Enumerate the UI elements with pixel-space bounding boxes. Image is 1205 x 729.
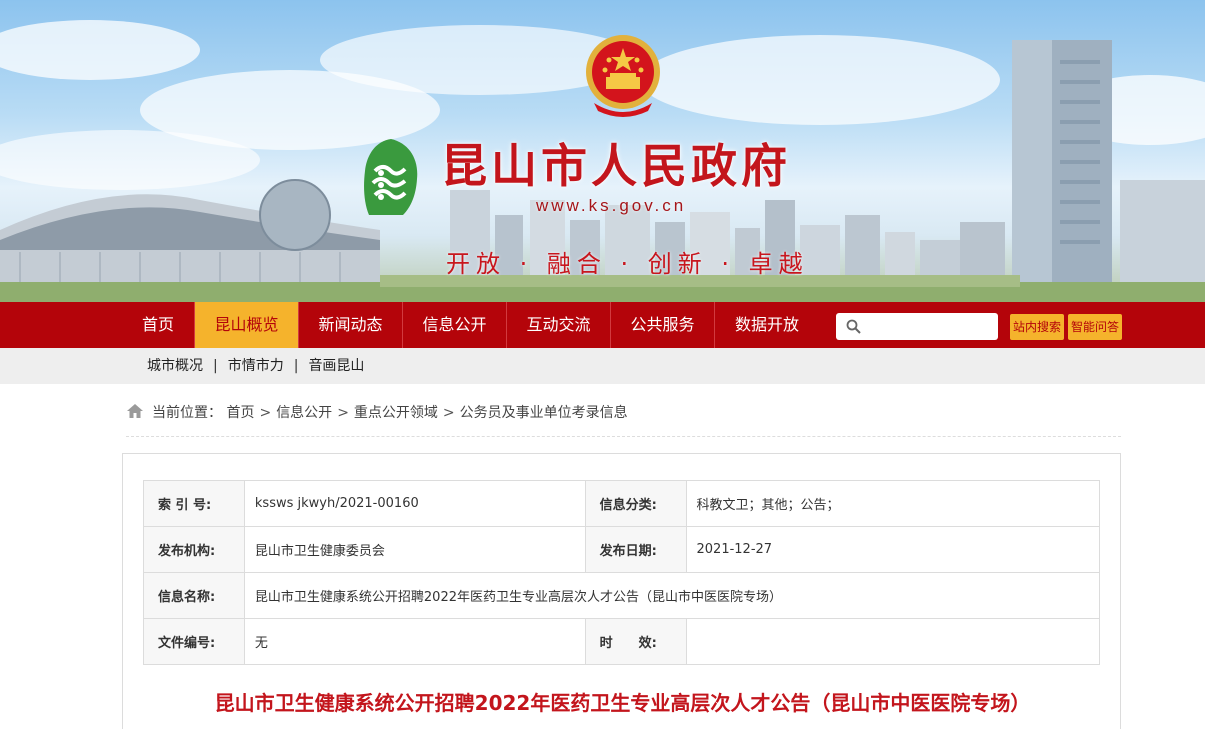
nav-item-open-data[interactable]: 数据开放 — [715, 302, 819, 348]
subnav-item-city-strength[interactable]: 市情市力 — [228, 358, 284, 374]
sub-nav: 城市概况 | 市情市力 | 音画昆山 — [0, 348, 1205, 384]
info-name-value: 昆山市卫生健康系统公开招聘2022年医药卫生专业高层次人才公告（昆山市中医医院专… — [243, 572, 1101, 619]
validity-value — [685, 618, 1100, 665]
category-label: 信息分类: — [584, 480, 687, 527]
table-row: 索 引 号: kssws jkwyh/2021-00160 信息分类: 科教文卫… — [143, 480, 1100, 527]
table-row: 信息名称: 昆山市卫生健康系统公开招聘2022年医药卫生专业高层次人才公告（昆山… — [143, 572, 1101, 619]
nav-item-news[interactable]: 新闻动态 — [299, 302, 403, 348]
breadcrumb-civil-servant-recruit[interactable]: 公务员及事业单位考录信息 — [460, 405, 628, 421]
document-number-value: 无 — [243, 618, 586, 665]
smart-qa-button[interactable]: 智能问答 — [1068, 314, 1123, 340]
document-number-label: 文件编号: — [143, 618, 245, 665]
breadcrumb-arrow: > — [442, 405, 455, 421]
breadcrumb-arrow: > — [337, 405, 349, 421]
site-url: www.ks.gov.cn — [536, 196, 687, 215]
national-emblem-icon — [586, 35, 660, 117]
table-row: 文件编号: 无 时 效: — [143, 618, 1100, 665]
validity-label: 时 效: — [584, 618, 687, 665]
nav-item-interaction[interactable]: 互动交流 — [507, 302, 611, 348]
publisher-value: 昆山市卫生健康委员会 — [243, 526, 586, 573]
home-icon — [127, 404, 143, 418]
nav-item-public-service[interactable]: 公共服务 — [611, 302, 715, 348]
kunshan-city-logo — [364, 139, 418, 215]
subnav-separator: | — [213, 358, 218, 374]
subnav-item-audio-video[interactable]: 音画昆山 — [308, 358, 364, 374]
publish-date-value: 2021-12-27 — [685, 526, 1100, 573]
article-title: 昆山市卫生健康系统公开招聘2022年医药卫生专业高层次人才公告（昆山市中医医院专… — [214, 691, 1031, 715]
subnav-separator: | — [293, 358, 299, 374]
breadcrumb-info-disclosure[interactable]: 信息公开 — [276, 405, 332, 421]
breadcrumb-prefix: 当前位置： — [152, 405, 222, 421]
site-title: 昆山市人民政府 — [441, 139, 791, 193]
info-name-label: 信息名称: — [143, 572, 245, 619]
publisher-label: 发布机构: — [143, 526, 245, 573]
breadcrumb-arrow: > — [259, 405, 272, 421]
breadcrumb: 当前位置： 首页 > 信息公开 > 重点公开领域 > 公务员及事业单位考录信息 — [126, 399, 1121, 437]
search-box — [836, 313, 998, 340]
breadcrumb-key-areas[interactable]: 重点公开领域 — [354, 405, 438, 421]
nav-item-home[interactable]: 首页 — [122, 302, 195, 348]
info-meta-table: 索 引 号: kssws jkwyh/2021-00160 信息分类: 科教文卫… — [143, 480, 1101, 665]
breadcrumb-home[interactable]: 首页 — [226, 405, 254, 421]
search-icon[interactable] — [846, 319, 861, 334]
article-content-box: 索 引 号: kssws jkwyh/2021-00160 信息分类: 科教文卫… — [122, 453, 1121, 729]
search-input[interactable] — [868, 316, 992, 337]
nav-item-info-disclosure[interactable]: 信息公开 — [403, 302, 507, 348]
site-slogan: 开放 · 融合 · 创新 · 卓越 — [446, 250, 809, 278]
category-value: 科教文卫；其他；公告； — [685, 480, 1100, 527]
publish-date-label: 发布日期: — [584, 526, 687, 573]
site-banner: 昆山市人民政府 www.ks.gov.cn 开放 · 融合 · 创新 · 卓越 — [0, 0, 1205, 302]
site-search-button[interactable]: 站内搜索 — [1010, 314, 1065, 340]
index-number-label: 索 引 号: — [143, 480, 245, 527]
main-nav: 首页 昆山概览 新闻动态 信息公开 互动交流 公共服务 数据开放 站内搜索 智能… — [0, 302, 1205, 348]
nav-item-kunshan-overview[interactable]: 昆山概览 — [195, 302, 299, 348]
index-number-value: kssws jkwyh/2021-00160 — [243, 480, 586, 527]
subnav-item-city-overview[interactable]: 城市概况 — [147, 358, 203, 374]
table-row: 发布机构: 昆山市卫生健康委员会 发布日期: 2021-12-27 — [143, 526, 1100, 573]
